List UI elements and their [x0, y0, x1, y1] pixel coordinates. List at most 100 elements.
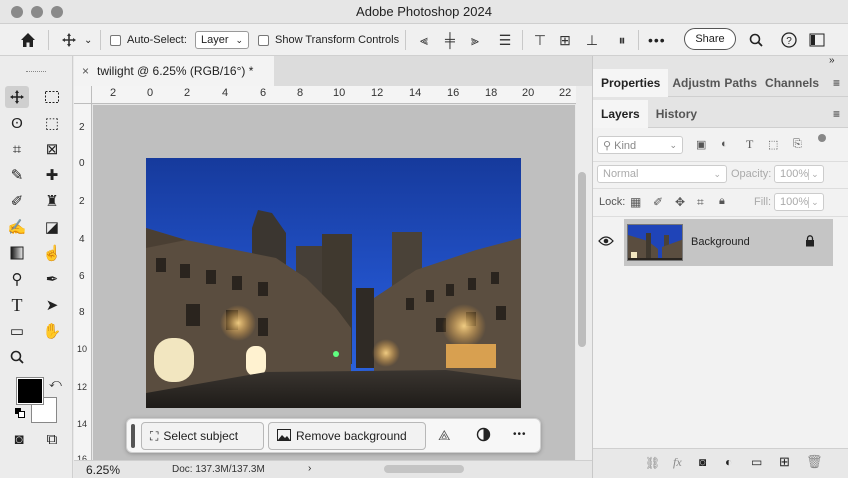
- lock-transparent-icon[interactable]: ▦: [630, 195, 641, 209]
- pen-tool-icon[interactable]: ✒: [40, 268, 64, 290]
- panel-menu-icon[interactable]: ≡: [833, 76, 840, 90]
- search-icon[interactable]: [747, 24, 765, 56]
- filter-shape-icon[interactable]: ⬚: [768, 138, 778, 151]
- eyedropper-icon[interactable]: ✎: [5, 164, 29, 186]
- more-options-icon[interactable]: •••: [648, 24, 666, 56]
- document-info[interactable]: Doc: 137.3M/137.3M: [172, 464, 265, 475]
- layer-row[interactable]: Background: [624, 219, 833, 266]
- blend-mode-dropdown[interactable]: Normal ⌄: [597, 165, 727, 183]
- foreground-color-swatch[interactable]: [16, 377, 44, 405]
- task-bar-grip[interactable]: [131, 424, 135, 448]
- lock-position-icon[interactable]: ✥: [675, 195, 685, 209]
- eraser-icon[interactable]: ◪: [40, 216, 64, 238]
- default-colors-icon[interactable]: [15, 408, 25, 418]
- new-adjustment-icon[interactable]: ◐: [725, 455, 732, 469]
- zoom-tool-icon[interactable]: [5, 346, 29, 368]
- filter-type-icon[interactable]: T: [746, 137, 753, 152]
- hand-tool-icon[interactable]: ✋: [40, 320, 64, 342]
- rectangle-tool-icon[interactable]: ▭: [5, 320, 29, 342]
- dodge-tool-icon[interactable]: ⚲: [5, 268, 29, 290]
- frame-tool-icon[interactable]: ⊠: [40, 138, 64, 160]
- lock-artboard-icon[interactable]: ⌗: [697, 195, 704, 210]
- swap-colors-icon[interactable]: ⤺: [49, 376, 62, 391]
- panel-collapse-bar[interactable]: »: [593, 55, 848, 70]
- tab-layers[interactable]: Layers: [593, 100, 648, 128]
- panel-menu-icon[interactable]: ≡: [833, 107, 840, 121]
- align-middle-icon[interactable]: ⊞: [555, 24, 575, 56]
- distribute-icon[interactable]: ☰: [495, 24, 515, 56]
- horizontal-scroll-thumb[interactable]: [384, 465, 464, 473]
- gradient-tool-icon[interactable]: [5, 242, 29, 264]
- horizontal-ruler[interactable]: 2 0 2 4 6 8 10 12 14 16 18 20 22: [92, 86, 576, 104]
- brush-tool-icon[interactable]: ✐: [5, 190, 29, 212]
- filter-toggle-icon[interactable]: [818, 134, 826, 142]
- status-menu-arrow-icon[interactable]: ›: [308, 463, 311, 474]
- object-selection-icon[interactable]: ⬚: [40, 112, 64, 134]
- filter-kind-dropdown[interactable]: ⚲ Kind ⌄: [597, 136, 683, 154]
- crop-tool-icon[interactable]: ⌗: [5, 138, 29, 160]
- show-transform-checkbox[interactable]: Show Transform Controls: [258, 24, 399, 56]
- document-tab[interactable]: × twilight @ 6.25% (RGB/16°) *: [74, 56, 274, 86]
- healing-brush-icon[interactable]: ✚: [40, 164, 64, 186]
- align-center-icon[interactable]: ╪: [440, 24, 460, 56]
- more-options-icon[interactable]: •••: [513, 429, 527, 440]
- fill-input[interactable]: 100% ⌄: [774, 193, 824, 211]
- delete-layer-icon[interactable]: 🗑︎: [806, 454, 823, 470]
- stamp-tool-icon[interactable]: ♜: [40, 190, 64, 212]
- close-tab-icon[interactable]: ×: [82, 64, 89, 78]
- document-image[interactable]: [146, 158, 521, 408]
- align-bottom-icon[interactable]: ⊥: [582, 24, 602, 56]
- filter-pixel-icon[interactable]: ▣: [696, 138, 706, 151]
- tab-history[interactable]: History: [648, 100, 705, 128]
- lock-all-icon[interactable]: 🔒︎: [719, 195, 725, 208]
- opacity-input[interactable]: 100% ⌄: [774, 165, 824, 183]
- new-layer-icon[interactable]: ⊞: [779, 454, 790, 470]
- move-tool-preset-icon[interactable]: [58, 24, 80, 56]
- zoom-level[interactable]: 6.25%: [86, 463, 120, 477]
- distribute-vertical-icon[interactable]: ⏸: [612, 24, 632, 56]
- workspace-icon[interactable]: [808, 24, 826, 56]
- select-subject-button[interactable]: ⛶ Select subject: [141, 422, 264, 450]
- share-button[interactable]: Share: [684, 28, 736, 50]
- smudge-tool-icon[interactable]: ☝: [40, 242, 64, 264]
- vertical-scroll-thumb[interactable]: [578, 172, 586, 347]
- transform-icon[interactable]: ⟁: [438, 427, 451, 444]
- add-mask-icon[interactable]: ◙: [699, 455, 706, 469]
- quick-mask-icon[interactable]: ◙: [7, 428, 31, 450]
- adjustment-icon[interactable]: [476, 427, 491, 445]
- help-icon[interactable]: ?: [780, 24, 798, 56]
- filter-smart-object-icon[interactable]: ⎘: [793, 138, 802, 151]
- move-tool-icon[interactable]: [5, 86, 29, 108]
- auto-select-dropdown[interactable]: Layer ⌄: [195, 31, 249, 49]
- marquee-tool-icon[interactable]: [40, 86, 64, 108]
- lock-pixels-icon[interactable]: ✐: [653, 195, 663, 209]
- screen-mode-icon[interactable]: ⧉: [40, 428, 64, 450]
- panel-grip[interactable]: [26, 71, 46, 73]
- align-top-icon[interactable]: ⊤: [530, 24, 550, 56]
- ruler-origin[interactable]: [74, 86, 92, 104]
- tab-channels[interactable]: Channels: [761, 69, 823, 97]
- chevron-down-icon[interactable]: ⌄: [84, 24, 92, 56]
- fx-icon[interactable]: fx: [673, 455, 682, 470]
- home-icon[interactable]: [18, 24, 38, 56]
- history-brush-icon[interactable]: ✍: [5, 216, 29, 238]
- type-tool-icon[interactable]: T: [5, 294, 29, 316]
- layer-visibility-eye-icon[interactable]: [598, 235, 618, 251]
- tab-adjustments[interactable]: Adjustm: [668, 69, 720, 97]
- link-layers-icon[interactable]: ⛓: [645, 456, 660, 470]
- path-selection-icon[interactable]: ➤: [40, 294, 64, 316]
- lasso-tool-icon[interactable]: ʘ: [5, 112, 29, 134]
- align-right-icon[interactable]: ⫸: [465, 24, 485, 56]
- auto-select-checkbox[interactable]: Auto-Select:: [110, 24, 187, 56]
- vertical-ruler[interactable]: 2 0 2 4 6 8 10 12 14 16: [74, 104, 92, 464]
- filter-adjustment-icon[interactable]: ◐: [721, 138, 728, 150]
- tab-paths[interactable]: Paths: [720, 69, 761, 97]
- tab-properties[interactable]: Properties: [593, 69, 669, 97]
- layers-footer: ⛓ fx ◙ ◐ ▭ ⊞ 🗑︎: [593, 448, 848, 478]
- layer-name[interactable]: Background: [691, 236, 750, 248]
- new-group-icon[interactable]: ▭: [751, 455, 762, 469]
- align-left-icon[interactable]: ⫷: [414, 24, 434, 56]
- layer-lock-icon[interactable]: [805, 235, 815, 250]
- remove-background-button[interactable]: Remove background: [268, 422, 426, 450]
- collapse-panels-icon[interactable]: »: [829, 55, 835, 66]
